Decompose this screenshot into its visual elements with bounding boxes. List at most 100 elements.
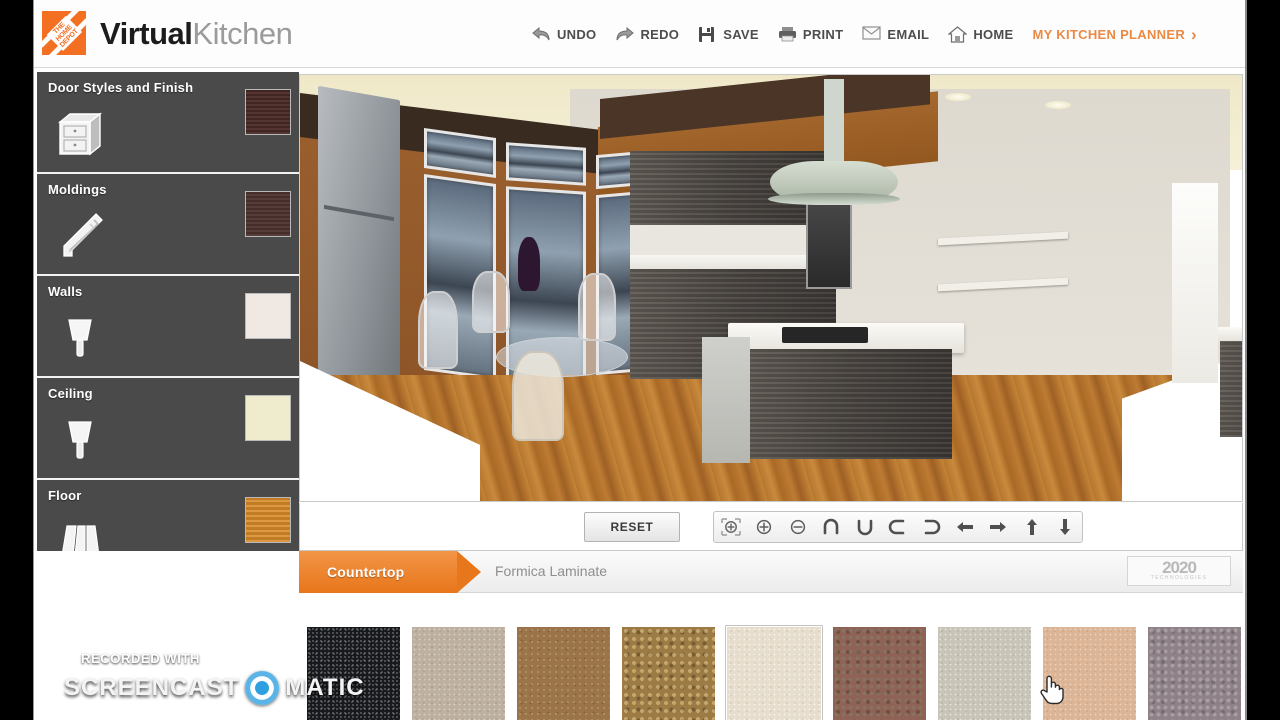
right-base-cabinets [1220, 341, 1242, 437]
undo-button[interactable]: UNDO [532, 26, 596, 43]
sidebar-item-ceiling[interactable]: Ceiling [37, 378, 299, 480]
brush-icon [46, 404, 114, 472]
app-header: THE HOME DEPOT VirtualKitchen UNDO REDO … [34, 0, 1245, 68]
tab-arrow-shape [457, 551, 481, 593]
sidebar-item-label: Moldings [48, 182, 107, 197]
swatch-rust-stone[interactable] [831, 625, 928, 720]
sidebar-item-label: Door Styles and Finish [48, 80, 194, 95]
sidebar-swatch[interactable] [245, 395, 291, 441]
cooktop [782, 327, 868, 343]
my-kitchen-planner-label: MY KITCHEN PLANNER [1032, 27, 1186, 42]
brand-title-strong: Virtual [100, 15, 193, 51]
material-name-label: Formica Laminate [495, 563, 608, 579]
wall-oven [806, 193, 852, 289]
2020-technologies-logo: 2020 TECHNOLOGIES [1127, 556, 1231, 586]
email-label: EMAIL [887, 27, 930, 42]
rotate-up-left-icon[interactable] [814, 512, 847, 542]
sidebar-item-walls[interactable]: Walls [37, 276, 299, 378]
zoom-in-icon[interactable] [747, 512, 780, 542]
swatch-cream-stone[interactable] [725, 625, 823, 720]
refrigerator [318, 85, 400, 401]
swatch-gold-granite[interactable] [620, 625, 717, 720]
header-nav: UNDO REDO SAVE PRINT EMAIL HOME MY KITCH… [532, 26, 1197, 43]
cabinet-icon [46, 98, 114, 166]
pan-up-icon[interactable] [1015, 512, 1048, 542]
swatch-beige-stone[interactable] [410, 625, 507, 720]
kitchen-3d-viewport[interactable] [299, 74, 1243, 502]
backsplash [630, 225, 830, 255]
viewport-controls: RESET [299, 503, 1243, 551]
print-label: PRINT [802, 27, 844, 42]
pan-down-icon[interactable] [1049, 512, 1082, 542]
print-button[interactable]: PRINT [778, 26, 844, 43]
zoom-out-icon[interactable] [781, 512, 814, 542]
save-icon [698, 26, 717, 43]
tab-countertop[interactable]: Countertop [299, 551, 457, 593]
decor-vase [518, 237, 540, 291]
island-side-panel [702, 337, 750, 463]
save-label: SAVE [723, 27, 759, 42]
logo-2020-text: 2020 [1162, 558, 1197, 577]
hood-rim [768, 193, 900, 205]
logo-technologies-text: TECHNOLOGIES [1150, 575, 1208, 581]
swatch-brown-stone[interactable] [515, 625, 612, 720]
undo-icon [532, 26, 551, 43]
material-panel: Countertop Formica Laminate 2020 TECHNOL… [34, 551, 1245, 720]
email-icon [862, 26, 881, 43]
reset-button[interactable]: RESET [584, 512, 680, 542]
ceiling-light [945, 93, 971, 101]
sidebar-item-label: Walls [48, 284, 83, 299]
countertop-swatch-list [299, 625, 1243, 720]
redo-label: REDO [640, 27, 680, 42]
dining-chair [512, 351, 564, 441]
sidebar-item-door-styles[interactable]: Door Styles and Finish [37, 72, 299, 174]
sidebar-item-label: Floor [48, 488, 82, 503]
print-icon [778, 26, 797, 43]
email-button[interactable]: EMAIL [862, 26, 929, 43]
pan-right-icon[interactable] [982, 512, 1015, 542]
dining-chair [418, 291, 458, 369]
sidebar-item-moldings[interactable]: Moldings [37, 174, 299, 276]
home-depot-logo-icon: THE HOME DEPOT [42, 11, 86, 55]
zoom-to-fit-icon[interactable] [714, 512, 747, 542]
rotate-down-left-icon[interactable] [848, 512, 881, 542]
save-button[interactable]: SAVE [698, 26, 759, 43]
sidebar-item-label: Ceiling [48, 386, 93, 401]
window-pane [506, 142, 586, 186]
island-base [740, 349, 952, 459]
kitchen-render [300, 75, 1242, 501]
rotate-left-icon[interactable] [881, 512, 914, 542]
swatch-black-granite[interactable] [305, 625, 402, 720]
swatch-tan-stone[interactable] [1041, 625, 1138, 720]
sidebar-swatch[interactable] [245, 191, 291, 237]
sidebar-swatch[interactable] [245, 293, 291, 339]
virtual-kitchen-app: THE HOME DEPOT VirtualKitchen UNDO REDO … [33, 0, 1247, 720]
sidebar-swatch[interactable] [245, 497, 291, 543]
screen: THE HOME DEPOT VirtualKitchen UNDO REDO … [0, 0, 1280, 720]
doorway [1172, 183, 1218, 383]
right-countertop [1218, 327, 1242, 341]
swatch-mauve-stone[interactable] [1146, 625, 1243, 720]
brush-icon [46, 302, 114, 370]
undo-label: UNDO [556, 27, 597, 42]
ceiling-light [1045, 101, 1071, 109]
view-tool-group [713, 511, 1083, 543]
home-label: HOME [973, 27, 1014, 42]
redo-button[interactable]: REDO [615, 26, 679, 43]
redo-icon [615, 26, 635, 43]
sidebar-swatch[interactable] [245, 89, 291, 135]
home-button[interactable]: HOME [947, 26, 1014, 43]
brand: THE HOME DEPOT VirtualKitchen [42, 11, 293, 55]
dining-chair [472, 271, 510, 333]
swatch-grey-stone[interactable] [936, 625, 1033, 720]
my-kitchen-planner-link[interactable]: MY KITCHEN PLANNER › [1032, 24, 1197, 44]
pan-left-icon[interactable] [948, 512, 981, 542]
molding-icon [46, 200, 114, 268]
home-icon [947, 26, 968, 43]
page-title: VirtualKitchen [100, 15, 293, 51]
rotate-right-icon[interactable] [915, 512, 948, 542]
chevron-right-icon: › [1191, 24, 1197, 44]
brand-title-light: Kitchen [192, 15, 293, 51]
dining-chair [578, 273, 616, 341]
material-tab-row: Countertop Formica Laminate 2020 TECHNOL… [299, 551, 1243, 593]
